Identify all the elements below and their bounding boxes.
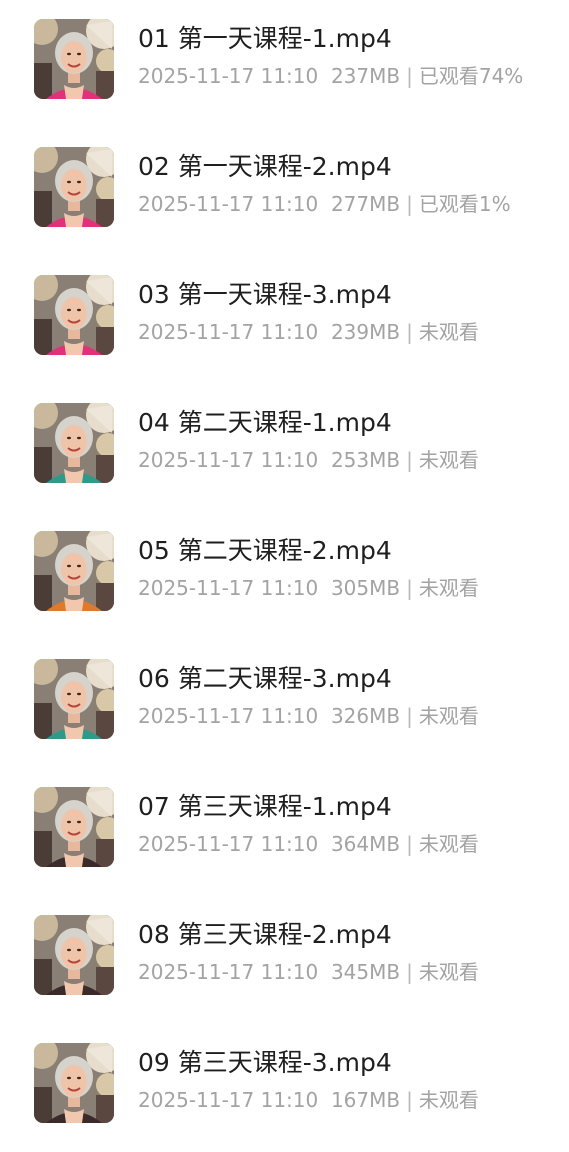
watch-status: 未观看 bbox=[418, 832, 479, 856]
file-meta: 2025-11-17 11:10 253MB | 未观看 bbox=[138, 446, 479, 474]
file-size: 167MB bbox=[330, 1088, 401, 1112]
watch-status: 已观看74% bbox=[418, 64, 524, 88]
video-file-list: 01 第一天课程-1.mp4 2025-11-17 11:10 237MB | 已观看… bbox=[0, 0, 569, 1134]
file-size: 326MB bbox=[330, 704, 401, 728]
file-size: 305MB bbox=[330, 576, 401, 600]
watch-status: 未观看 bbox=[418, 448, 479, 472]
file-name: 05 第二天课程-2.mp4 bbox=[138, 536, 392, 565]
meta-separator: | bbox=[406, 1088, 413, 1112]
file-date: 2025-11-17 11:10 bbox=[138, 448, 319, 472]
file-name: 03 第一天课程-3.mp4 bbox=[138, 280, 392, 309]
meta-separator: | bbox=[406, 64, 413, 88]
meta-separator: | bbox=[406, 576, 413, 600]
file-date: 2025-11-17 11:10 bbox=[138, 576, 319, 600]
video-thumbnail bbox=[34, 147, 114, 227]
watch-status: 未观看 bbox=[418, 320, 479, 344]
file-name: 01 第一天课程-1.mp4 bbox=[138, 24, 392, 53]
watch-status: 未观看 bbox=[418, 704, 479, 728]
file-list-item[interactable]: 08 第三天课程-2.mp4 2025-11-17 11:10 345MB | 未观看 bbox=[0, 896, 569, 1024]
file-size: 277MB bbox=[330, 192, 401, 216]
file-meta: 2025-11-17 11:10 305MB | 未观看 bbox=[138, 574, 479, 602]
file-date: 2025-11-17 11:10 bbox=[138, 832, 319, 856]
file-meta: 2025-11-17 11:10 239MB | 未观看 bbox=[138, 318, 479, 346]
file-date: 2025-11-17 11:10 bbox=[138, 192, 319, 216]
meta-separator: | bbox=[406, 448, 413, 472]
file-meta: 2025-11-17 11:10 167MB | 未观看 bbox=[138, 1086, 479, 1114]
file-date: 2025-11-17 11:10 bbox=[138, 960, 319, 984]
video-thumbnail bbox=[34, 403, 114, 483]
video-thumbnail bbox=[34, 275, 114, 355]
video-thumbnail bbox=[34, 1043, 114, 1123]
file-date: 2025-11-17 11:10 bbox=[138, 320, 319, 344]
file-name: 04 第二天课程-1.mp4 bbox=[138, 408, 392, 437]
meta-separator: | bbox=[406, 960, 413, 984]
file-date: 2025-11-17 11:10 bbox=[138, 64, 319, 88]
video-thumbnail bbox=[34, 531, 114, 611]
meta-separator: | bbox=[406, 832, 413, 856]
file-list-item[interactable]: 07 第三天课程-1.mp4 2025-11-17 11:10 364MB | 未观看 bbox=[0, 768, 569, 896]
file-name: 07 第三天课程-1.mp4 bbox=[138, 792, 392, 821]
file-size: 253MB bbox=[330, 448, 401, 472]
file-meta: 2025-11-17 11:10 345MB | 未观看 bbox=[138, 958, 479, 986]
file-list-item[interactable]: 01 第一天课程-1.mp4 2025-11-17 11:10 237MB | 已观看… bbox=[0, 0, 569, 128]
file-date: 2025-11-17 11:10 bbox=[138, 1088, 319, 1112]
file-meta: 2025-11-17 11:10 326MB | 未观看 bbox=[138, 702, 479, 730]
meta-separator: | bbox=[406, 320, 413, 344]
file-size: 345MB bbox=[330, 960, 401, 984]
watch-status: 已观看1% bbox=[418, 192, 511, 216]
watch-status: 未观看 bbox=[418, 960, 479, 984]
file-list-item[interactable]: 02 第一天课程-2.mp4 2025-11-17 11:10 277MB | 已观看… bbox=[0, 128, 569, 256]
file-list-item[interactable]: 06 第二天课程-3.mp4 2025-11-17 11:10 326MB | 未观看 bbox=[0, 640, 569, 768]
file-size: 237MB bbox=[330, 64, 401, 88]
meta-separator: | bbox=[406, 192, 413, 216]
file-name: 06 第二天课程-3.mp4 bbox=[138, 664, 392, 693]
watch-status: 未观看 bbox=[418, 1088, 479, 1112]
video-thumbnail bbox=[34, 915, 114, 995]
video-thumbnail bbox=[34, 19, 114, 99]
file-list-item[interactable]: 03 第一天课程-3.mp4 2025-11-17 11:10 239MB | 未观看 bbox=[0, 256, 569, 384]
file-list-item[interactable]: 04 第二天课程-1.mp4 2025-11-17 11:10 253MB | 未观看 bbox=[0, 384, 569, 512]
file-size: 364MB bbox=[330, 832, 401, 856]
video-thumbnail bbox=[34, 787, 114, 867]
file-meta: 2025-11-17 11:10 364MB | 未观看 bbox=[138, 830, 479, 858]
file-name: 08 第三天课程-2.mp4 bbox=[138, 920, 392, 949]
file-size: 239MB bbox=[330, 320, 401, 344]
file-name: 02 第一天课程-2.mp4 bbox=[138, 152, 392, 181]
file-meta: 2025-11-17 11:10 237MB | 已观看74% bbox=[138, 62, 523, 90]
file-list-item[interactable]: 09 第三天课程-3.mp4 2025-11-17 11:10 167MB | 未观看 bbox=[0, 1024, 569, 1152]
meta-separator: | bbox=[406, 704, 413, 728]
watch-status: 未观看 bbox=[418, 576, 479, 600]
file-date: 2025-11-17 11:10 bbox=[138, 704, 319, 728]
file-list-item[interactable]: 05 第二天课程-2.mp4 2025-11-17 11:10 305MB | 未观看 bbox=[0, 512, 569, 640]
video-thumbnail bbox=[34, 659, 114, 739]
file-name: 09 第三天课程-3.mp4 bbox=[138, 1048, 392, 1077]
file-meta: 2025-11-17 11:10 277MB | 已观看1% bbox=[138, 190, 511, 218]
